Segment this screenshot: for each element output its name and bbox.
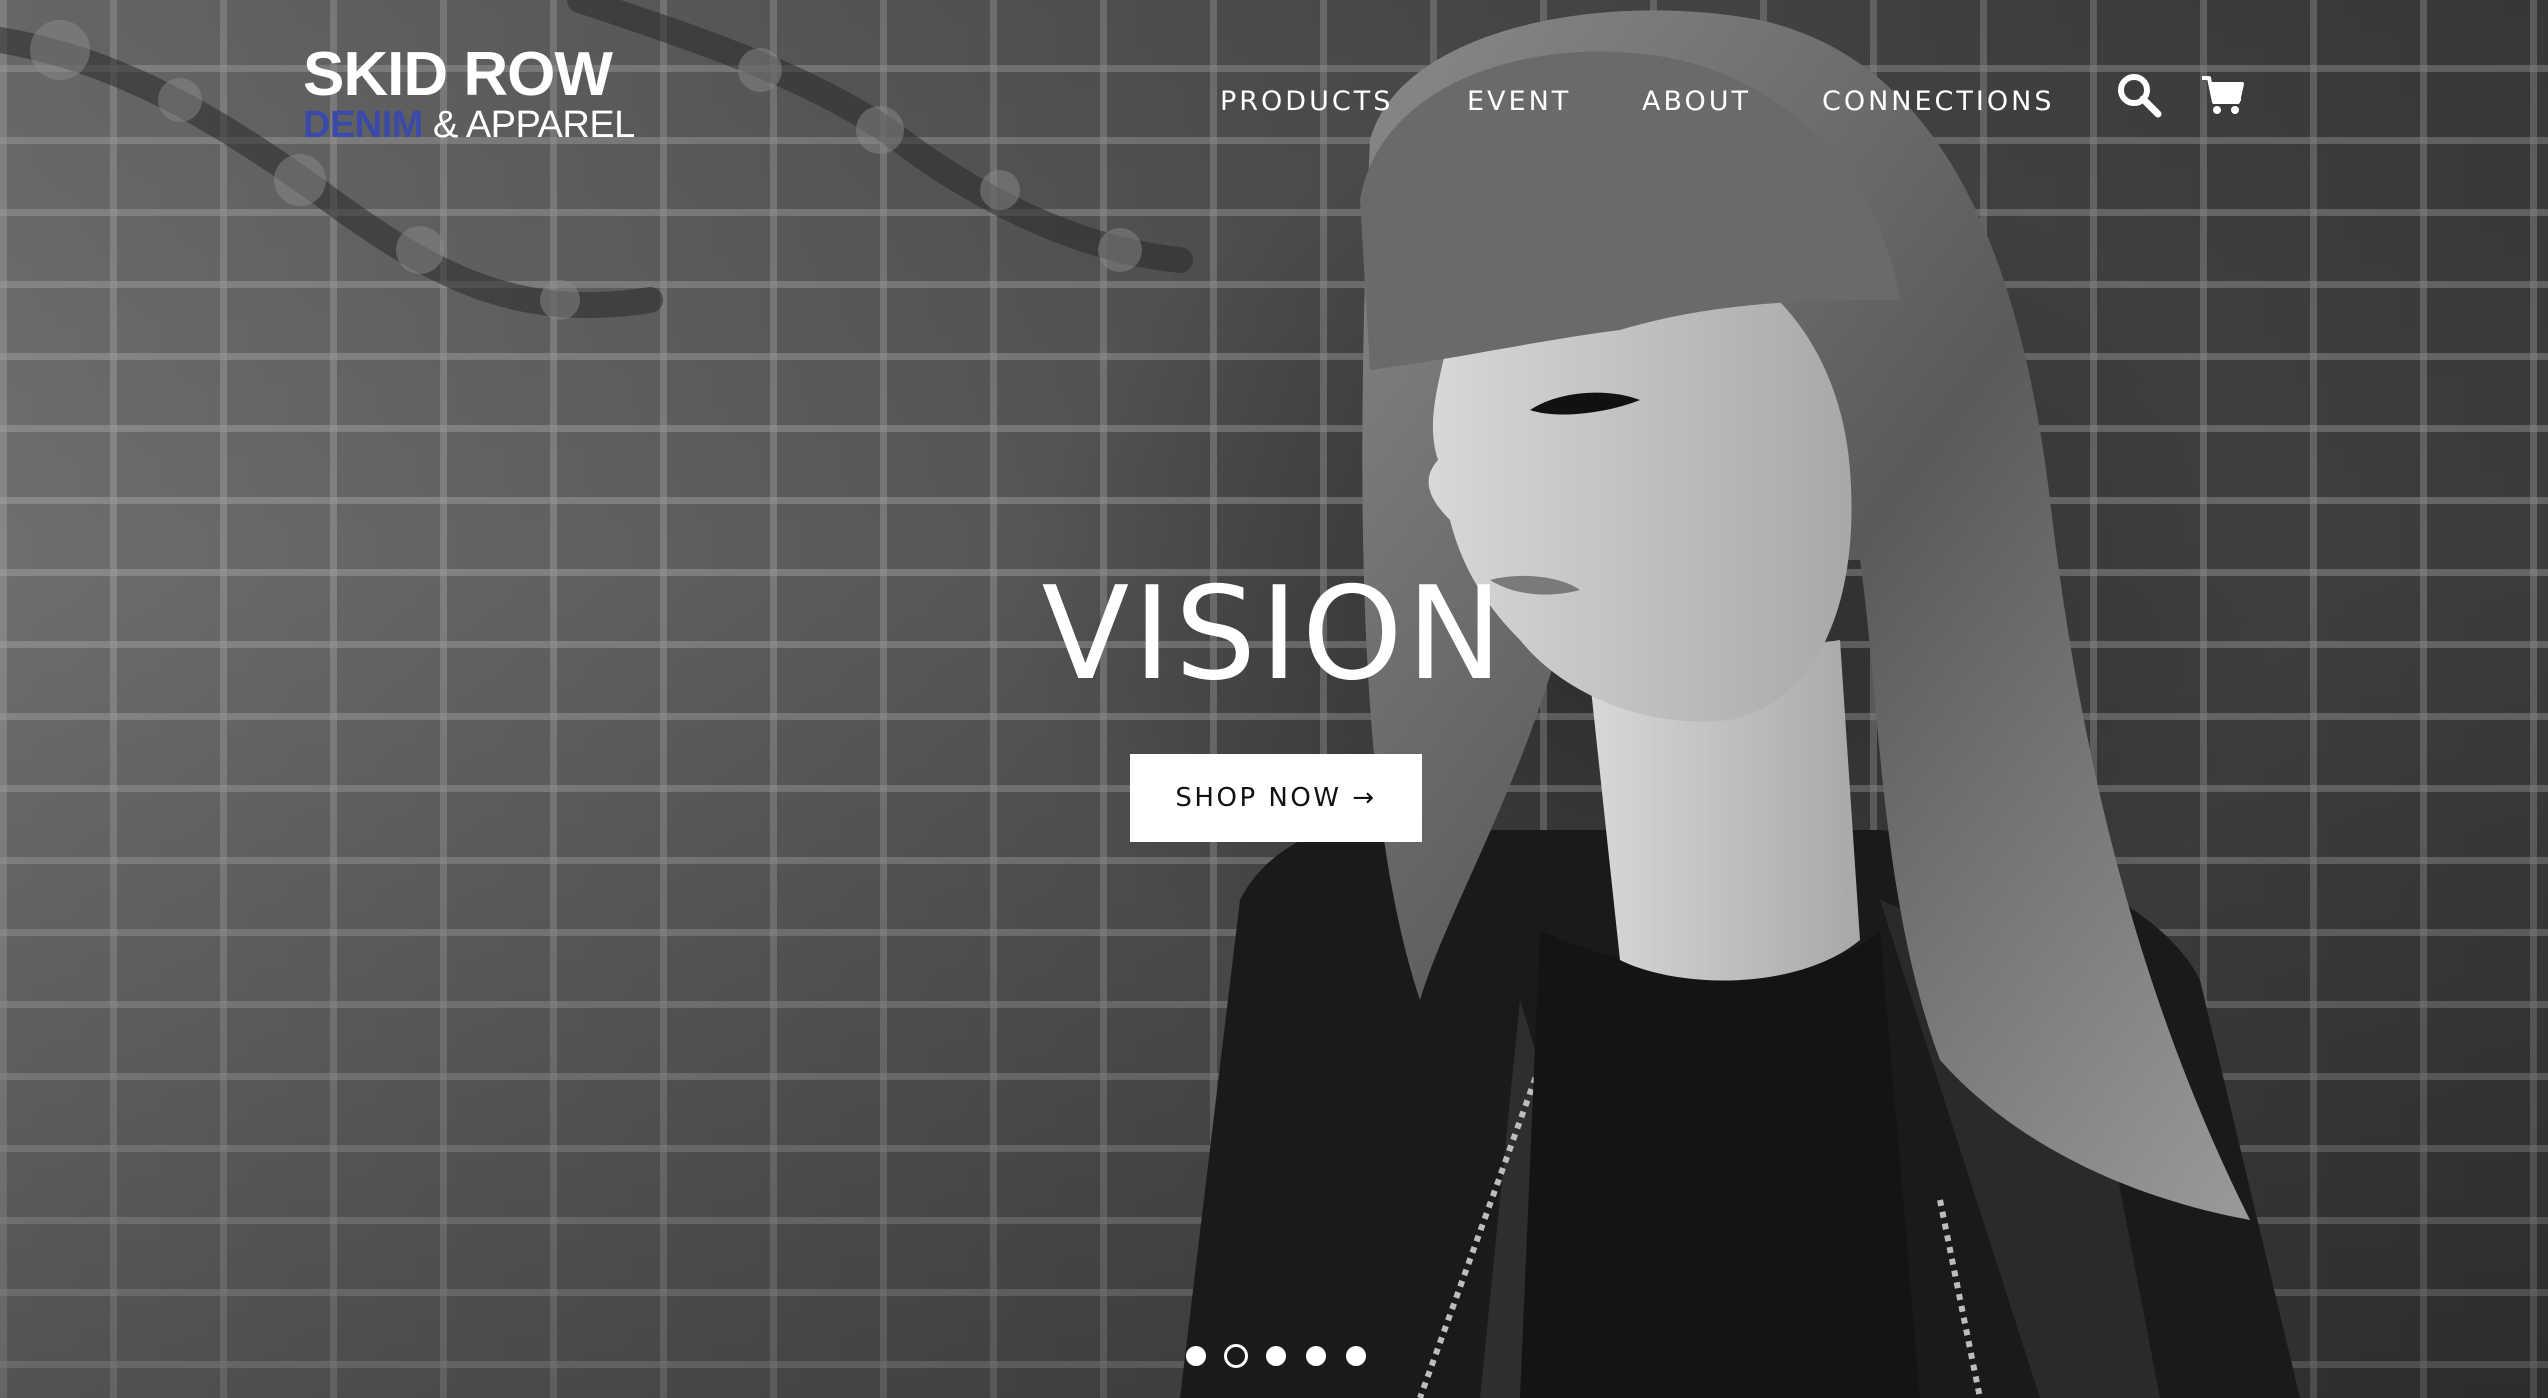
logo-title: SKID ROW: [303, 40, 613, 109]
nav-item-connections[interactable]: CONNECTIONS: [1822, 86, 2054, 117]
nav-item-event[interactable]: EVENT: [1467, 86, 1571, 117]
site-logo[interactable]: SKID ROW DENIM & APPAREL: [303, 40, 635, 146]
slide-dot-4[interactable]: [1306, 1346, 1326, 1366]
hero-title: VISION: [1041, 560, 1507, 709]
search-icon[interactable]: [2116, 72, 2162, 118]
slide-dot-2-active[interactable]: [1224, 1344, 1248, 1368]
slideshow-pagination: [1186, 1344, 1366, 1370]
hero-slideshow: SKID ROW DENIM & APPAREL PRODUCTS EVENT …: [0, 0, 2548, 1398]
slide-dot-1[interactable]: [1186, 1346, 1206, 1366]
slide-dot-5[interactable]: [1346, 1346, 1366, 1366]
logo-subtitle: DENIM & APPAREL: [303, 104, 635, 146]
nav-item-about[interactable]: ABOUT: [1642, 86, 1751, 117]
logo-denim-text: DENIM: [303, 104, 423, 146]
slide-dot-3[interactable]: [1266, 1346, 1286, 1366]
cart-icon[interactable]: [2200, 72, 2246, 118]
shop-now-button[interactable]: SHOP NOW →: [1130, 754, 1422, 842]
logo-apparel-text: & APPAREL: [422, 104, 635, 146]
nav-item-products[interactable]: PRODUCTS: [1220, 86, 1393, 117]
